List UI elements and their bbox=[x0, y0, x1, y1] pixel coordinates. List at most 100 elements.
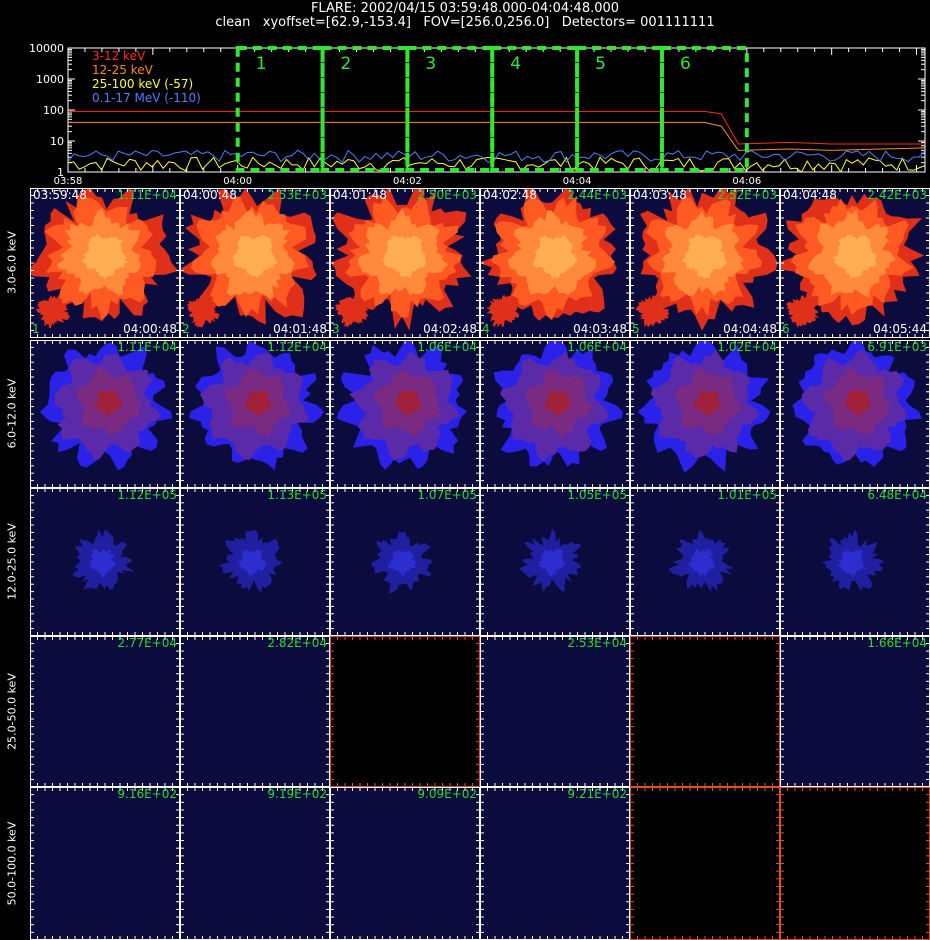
panel-frame bbox=[630, 188, 780, 338]
legend-entry: 3-12 keV bbox=[92, 49, 146, 63]
interval-label: 3 bbox=[425, 54, 436, 74]
panel-frame bbox=[480, 636, 630, 787]
panel-frame bbox=[780, 188, 930, 338]
emission-blob bbox=[336, 340, 467, 470]
time-interval-box bbox=[405, 46, 495, 172]
image-panel: 6.48E+04 bbox=[780, 488, 930, 636]
panel-frame bbox=[30, 188, 180, 338]
lightcurve-plot: 10000 1000 100 10 1 03:58 04:00 04:02 04:04 04:06… bbox=[29, 42, 926, 186]
panel-interval-number: 6 bbox=[782, 322, 790, 336]
panel-image bbox=[780, 636, 930, 787]
panel-image bbox=[180, 636, 330, 787]
image-panel: 1.12E+05 bbox=[30, 488, 180, 636]
panel-image bbox=[330, 340, 480, 488]
panel-peak-value: 2.52E+03 bbox=[717, 188, 777, 202]
x-tick-label: 04:04 bbox=[563, 176, 592, 186]
time-interval-box bbox=[659, 46, 749, 172]
panel-image bbox=[330, 488, 480, 636]
panel-peak-value: 2.77E+04 bbox=[117, 636, 177, 650]
panel-image bbox=[480, 340, 630, 488]
emission-blob bbox=[668, 531, 735, 593]
emission-blob bbox=[72, 528, 135, 590]
panel-image bbox=[630, 787, 780, 940]
panel-image bbox=[330, 636, 480, 787]
panel-frame bbox=[480, 787, 630, 940]
panel-frame bbox=[180, 636, 330, 787]
panel-interval-number: 2 bbox=[182, 322, 190, 336]
interval-label: 2 bbox=[341, 54, 352, 74]
panel-end-time: 04:04:48 bbox=[723, 322, 777, 336]
panel-peak-value: 1.11E+04 bbox=[117, 340, 177, 354]
panel-interval-number: 5 bbox=[632, 322, 640, 336]
panel-frame bbox=[180, 787, 330, 940]
panel-frame bbox=[480, 340, 630, 488]
panel-peak-value: 6.48E+04 bbox=[867, 488, 927, 502]
panel-image bbox=[330, 787, 480, 940]
image-panel bbox=[780, 787, 930, 940]
emission-blob bbox=[330, 188, 472, 331]
interval-label: 5 bbox=[595, 54, 606, 74]
panel-interval-number: 4 bbox=[482, 322, 490, 336]
panel-peak-value: 2.82E+04 bbox=[267, 636, 327, 650]
image-panel bbox=[630, 787, 780, 940]
panel-frame bbox=[630, 787, 780, 940]
emission-blob bbox=[780, 193, 925, 328]
interval-label: 1 bbox=[256, 54, 267, 74]
emission-blob bbox=[519, 528, 581, 593]
interval-label: 4 bbox=[510, 54, 521, 74]
panel-image bbox=[780, 340, 930, 488]
image-panel: 04:02:48 2.44E+03 4 04:03:48 bbox=[480, 188, 630, 338]
panel-frame bbox=[330, 787, 480, 940]
panel-image bbox=[30, 488, 180, 636]
panel-image bbox=[480, 636, 630, 787]
image-panel: 9.21E+02 bbox=[480, 787, 630, 940]
panel-peak-value: 6.91E+03 bbox=[867, 340, 927, 354]
panel-image bbox=[480, 488, 630, 636]
emission-blob bbox=[493, 340, 623, 467]
panel-peak-value: 1.07E+05 bbox=[417, 488, 477, 502]
emission-blob bbox=[30, 188, 179, 329]
panel-image bbox=[630, 636, 780, 787]
panel-peak-value: 1.06E+04 bbox=[567, 340, 627, 354]
image-panel: 1.01E+05 bbox=[630, 488, 780, 636]
x-tick-label: 04:00 bbox=[223, 176, 252, 186]
image-panel: 1.66E+04 bbox=[780, 636, 930, 787]
legend-entry: 0.1-17 MeV (-110) bbox=[92, 91, 201, 105]
image-panel: 04:00:48 2.53E+03 2 04:01:48 bbox=[180, 188, 330, 338]
panel-peak-value: 1.05E+05 bbox=[567, 488, 627, 502]
panel-image bbox=[480, 787, 630, 940]
time-interval-box bbox=[235, 46, 325, 172]
panel-frame bbox=[780, 636, 930, 787]
panel-peak-value: 1.13E+05 bbox=[267, 488, 327, 502]
legend-entry: 25-100 keV (-57) bbox=[92, 77, 193, 91]
panel-frame bbox=[330, 636, 480, 787]
panel-frame bbox=[630, 340, 780, 488]
panel-peak-value: 1.12E+04 bbox=[267, 340, 327, 354]
image-panel: 2.77E+04 bbox=[30, 636, 180, 787]
lightcurve-axes: 10000 1000 100 10 1 03:58 04:00 04:02 04:04 04:06 bbox=[29, 42, 926, 186]
panel-peak-value: 2.44E+03 bbox=[567, 188, 627, 202]
image-panel: 2.82E+04 bbox=[180, 636, 330, 787]
panel-start-time: 03:59:48 bbox=[33, 188, 87, 202]
legend-entry: 12-25 keV bbox=[92, 63, 154, 77]
row-energy-label: 12.0-25.0 keV bbox=[5, 523, 19, 600]
time-interval-box bbox=[320, 46, 410, 172]
row-energy-label: 6.0-12.0 keV bbox=[5, 378, 19, 449]
image-panel: 03:59:48 1.11E+04 1 04:00:48 bbox=[30, 188, 180, 338]
panel-start-time: 04:04:48 bbox=[783, 188, 837, 202]
panel-frame bbox=[780, 488, 930, 636]
x-tick-label: 03:58 bbox=[54, 176, 83, 186]
panel-image bbox=[480, 188, 630, 338]
plot-frame bbox=[67, 47, 926, 173]
series-line bbox=[68, 110, 925, 145]
row-energy-label: 3.0-6.0 keV bbox=[5, 231, 19, 294]
image-panel: 04:01:48 2.50E+03 3 04:02:48 bbox=[330, 188, 480, 338]
panel-image bbox=[180, 188, 330, 338]
y-tick-label: 1000 bbox=[36, 73, 64, 86]
emission-blob bbox=[821, 529, 884, 591]
image-panel bbox=[330, 636, 480, 787]
panel-end-time: 04:00:48 bbox=[123, 322, 177, 336]
panel-image bbox=[780, 787, 930, 940]
panel-frame bbox=[630, 488, 780, 636]
panel-end-time: 04:05:44 bbox=[873, 322, 927, 336]
